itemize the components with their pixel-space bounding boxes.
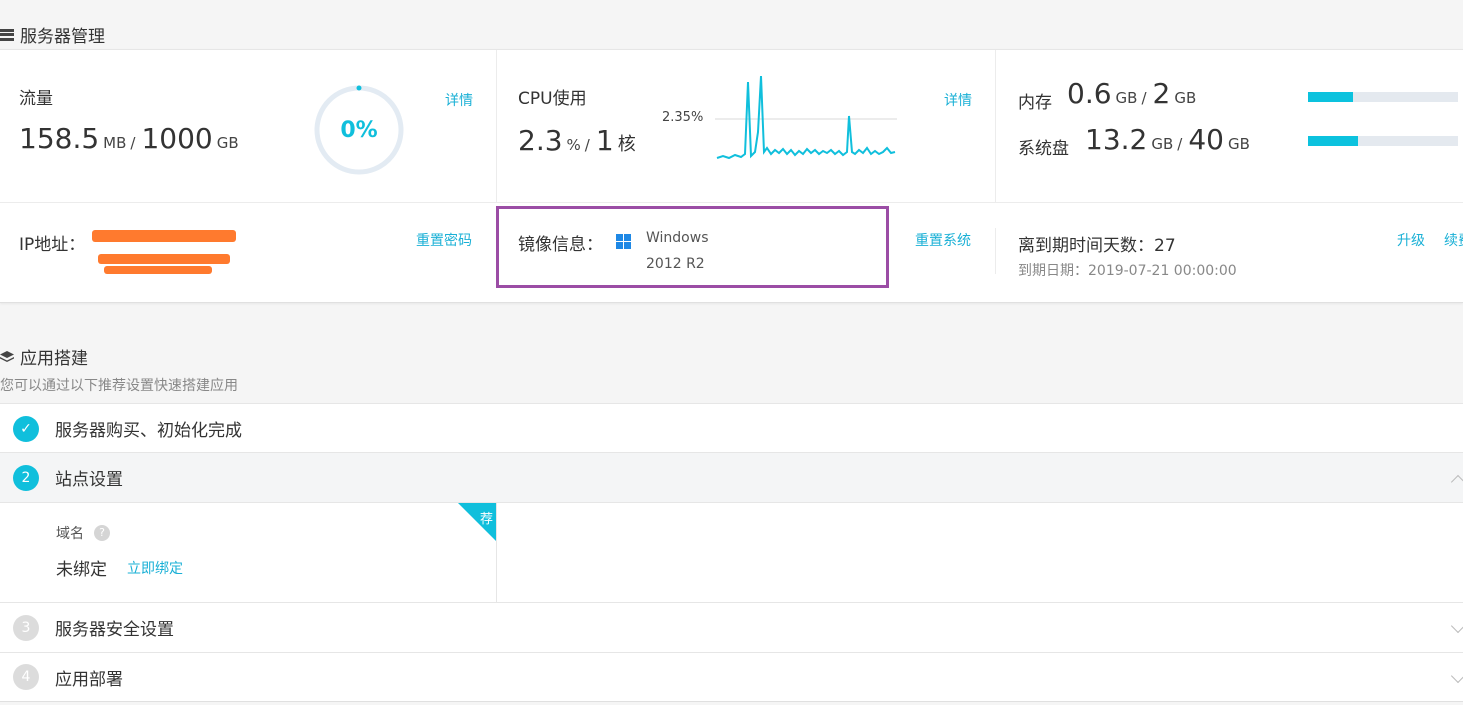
server-dashboard: 服务器管理 流量 158.5 MB/1000 GB 0% 详情 CPU使用 2.3%… xyxy=(0,0,1463,705)
check-icon: ✓ xyxy=(13,415,39,442)
step-number: 3 xyxy=(13,614,39,641)
traffic-detail-link[interactable]: 详情 xyxy=(445,90,473,110)
reset-password-link[interactable]: 重置密码 xyxy=(416,230,472,250)
step-deploy[interactable]: 4 应用部署 xyxy=(0,652,1463,702)
cpu-value: 2.3%/1 核 xyxy=(518,124,636,157)
step-number: 4 xyxy=(13,664,39,690)
renew-link[interactable]: 续费 xyxy=(1444,230,1463,250)
step-purchase[interactable]: ✓ 服务器购买、初始化完成 xyxy=(0,403,1463,453)
gauge-progress-dot xyxy=(356,85,362,91)
site-settings-panel: 域名? 未绑定 立即绑定 荐 xyxy=(0,502,1463,603)
ip-redaction xyxy=(104,266,212,274)
cpu-usage-line xyxy=(716,75,896,160)
reset-system-link[interactable]: 重置系统 xyxy=(915,230,971,250)
cpu-label: CPU使用 xyxy=(518,89,587,109)
col-divider xyxy=(995,50,996,202)
upgrade-link[interactable]: 升级 xyxy=(1397,230,1425,250)
app-section-title: 应用搭建 xyxy=(20,349,88,369)
server-section-header: 服务器管理 xyxy=(0,22,105,47)
disk-usage-bar xyxy=(1308,136,1458,146)
domain-label: 域名? xyxy=(56,523,110,543)
memory-label: 内存 xyxy=(1018,93,1052,113)
cpu-chart-label: 2.35% xyxy=(662,110,704,125)
step-site-settings[interactable]: 2 站点设置 xyxy=(0,452,1463,502)
gauge-percent: 0% xyxy=(340,118,377,143)
expiry-days: 离到期时间天数：27 xyxy=(1018,236,1176,256)
app-section-hint: 您可以通过以下推荐设置快速搭建应用 xyxy=(0,378,238,394)
traffic-value: 158.5 MB/1000 GB xyxy=(19,122,239,155)
disk-label: 系统盘 xyxy=(1018,139,1069,159)
cpu-detail-link[interactable]: 详情 xyxy=(944,90,972,110)
traffic-label: 流量 xyxy=(19,89,53,109)
expiry-date: 到期日期：2019-07-21 00:00:00 xyxy=(1018,263,1237,279)
app-section-header: 应用搭建 xyxy=(0,344,88,369)
chevron-down-icon[interactable] xyxy=(1450,668,1463,684)
step-label: 应用部署 xyxy=(55,669,123,690)
card-divider xyxy=(0,202,1463,203)
memory-usage-fill xyxy=(1308,92,1353,102)
step-label: 服务器购买、初始化完成 xyxy=(55,421,242,441)
cpu-sparkline xyxy=(715,75,897,160)
server-icon xyxy=(0,28,14,41)
step-label: 服务器安全设置 xyxy=(55,620,174,640)
disk-value: 13.2 GB/40 GB xyxy=(1085,123,1250,156)
help-icon[interactable]: ? xyxy=(94,524,110,541)
bind-domain-link[interactable]: 立即绑定 xyxy=(127,558,183,578)
ip-redaction xyxy=(92,230,236,242)
ip-redaction xyxy=(98,254,230,264)
chevron-down-icon[interactable] xyxy=(1450,618,1463,634)
col-divider xyxy=(995,228,996,274)
traffic-gauge: 0% xyxy=(314,85,404,175)
step-number: 2 xyxy=(13,464,39,491)
col-divider xyxy=(496,50,497,202)
memory-usage-bar xyxy=(1308,92,1458,102)
recommend-badge-text: 荐 xyxy=(479,512,493,527)
layers-icon xyxy=(0,350,14,363)
image-info-highlight xyxy=(496,206,889,288)
step-security[interactable]: 3 服务器安全设置 xyxy=(0,602,1463,652)
memory-value: 0.6 GB/2 GB xyxy=(1067,77,1197,110)
chevron-up-icon[interactable] xyxy=(1450,474,1463,490)
ip-label: IP地址： xyxy=(19,235,86,255)
domain-cell: 域名? 未绑定 立即绑定 荐 xyxy=(0,503,497,603)
disk-usage-fill xyxy=(1308,136,1358,146)
domain-status: 未绑定 xyxy=(56,560,107,580)
server-section-title: 服务器管理 xyxy=(20,27,105,47)
step-label: 站点设置 xyxy=(55,470,123,490)
